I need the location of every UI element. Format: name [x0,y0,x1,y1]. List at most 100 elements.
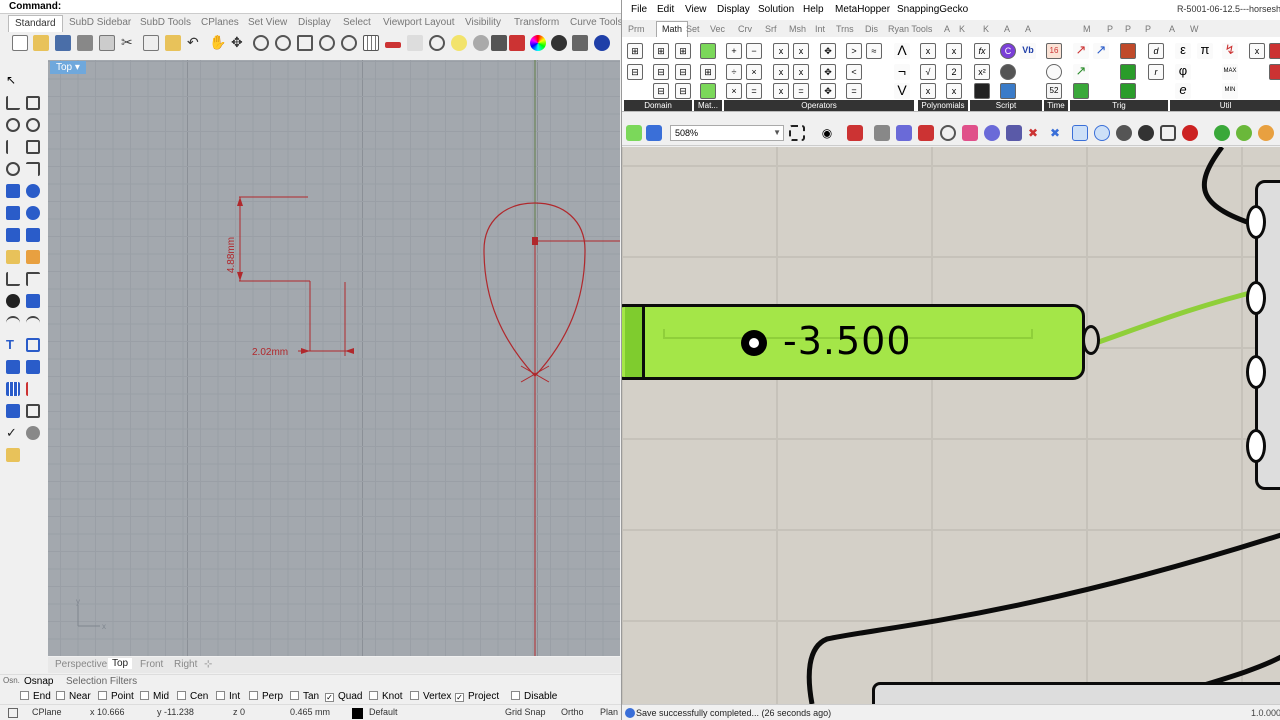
group-trig[interactable]: Trig [1070,100,1168,111]
plugin-icon[interactable] [1236,125,1252,141]
paste-icon[interactable] [165,35,181,51]
gh-tab-dis[interactable]: Dis [865,24,878,34]
square-icon[interactable] [26,140,40,154]
gh-save-icon[interactable] [646,125,662,141]
mirror-icon[interactable] [26,382,40,396]
component-input-port[interactable] [1246,281,1266,315]
osnap-perp[interactable]: Perp [249,691,283,702]
viewport-tab-front[interactable]: Front [140,659,163,670]
command-line[interactable]: Command: [0,0,621,14]
bulb-icon[interactable] [473,35,489,51]
cosine-icon[interactable]: ↗ [1093,43,1109,59]
slider-handle[interactable] [625,307,645,377]
gate-or-icon[interactable]: ✥ [820,64,836,80]
box-icon[interactable] [6,206,20,220]
osnap-checkbox[interactable] [98,691,107,700]
gh-tab-msh[interactable]: Msh [789,24,806,34]
display-icon[interactable] [1006,125,1022,141]
bake-icon[interactable] [962,125,978,141]
zoom-icon[interactable] [253,35,269,51]
zoom-extents-icon[interactable] [297,35,313,51]
menu-metahopper[interactable]: MetaHopper [835,4,890,15]
construct-domain-icon[interactable]: ⊞ [653,43,669,59]
tab-curve-tools[interactable]: Curve Tools [570,17,623,28]
osnap-checkbox[interactable] [511,691,520,700]
menu-edit[interactable]: Edit [657,4,674,15]
mass-addition-icon[interactable]: x [773,64,789,80]
undo-icon[interactable]: ↶ [187,35,203,51]
epsilon-icon[interactable]: ε [1175,43,1191,59]
exp-icon[interactable]: x [946,83,962,99]
square-root-icon[interactable]: √ [920,64,936,80]
osnap-checkbox[interactable]: ✓ [455,693,464,702]
menu-file[interactable]: File [631,4,647,15]
evaluate-icon[interactable]: x² [974,64,990,80]
scale-icon[interactable] [26,404,40,418]
preview-wire-icon[interactable] [874,125,890,141]
gh-tab-k[interactable]: K [983,24,989,34]
group-domain[interactable]: Domain [624,100,692,111]
rotate-view-icon[interactable] [341,35,357,51]
tab-subd-tools[interactable]: SubD Tools [140,17,191,28]
tab-visibility[interactable]: Visibility [465,17,501,28]
power-of-two-icon[interactable]: 2 [946,64,962,80]
deconstruct-domain-icon[interactable]: ⊞ [675,43,691,59]
lock-icon[interactable] [491,35,507,51]
square-icon[interactable]: x [920,43,936,59]
util-icon-a[interactable]: x [1249,43,1265,59]
vb-script-icon[interactable] [974,83,990,99]
array-icon[interactable] [6,382,20,396]
addition-icon[interactable]: + [726,43,742,59]
top-viewport[interactable]: Top ▾ 4.88mm 2.02mm y x [48,60,620,656]
trim-icon[interactable] [6,272,20,286]
zoom-selected-icon[interactable] [319,35,335,51]
preview-selected-icon[interactable] [918,125,934,141]
calendar-icon[interactable]: 52 [1046,83,1062,99]
menu-view[interactable]: View [685,4,707,15]
relative-icon[interactable]: x [793,64,809,80]
group-time[interactable]: Time [1044,100,1068,111]
gh-tab-m[interactable]: M [1083,24,1091,34]
gh-tab-p[interactable]: P [1125,24,1131,34]
logic-and-icon[interactable]: Λ [894,43,910,59]
domain-icon[interactable]: ⊞ [627,43,643,59]
gh-tab-ryan-tools[interactable]: Ryan Tools [888,24,932,34]
gh-tab-a[interactable]: A [944,24,950,34]
swap-icon[interactable] [700,83,716,99]
cube-icon[interactable]: x [946,43,962,59]
util-icon-c[interactable] [1269,64,1280,80]
component-input-port[interactable] [1246,429,1266,463]
hide-icon[interactable] [407,35,423,51]
grid-icon[interactable] [363,35,379,51]
bounds-icon[interactable]: ⊟ [627,64,643,80]
menu-solution[interactable]: Solution [758,4,794,15]
material-icon[interactable] [984,125,1000,141]
gh-canvas[interactable]: -3.500 [622,147,1280,704]
division-icon[interactable]: ÷ [726,64,742,80]
join-icon[interactable] [26,294,40,308]
print-icon[interactable] [77,35,93,51]
zoom-extents-icon[interactable] [789,125,805,141]
pi-icon[interactable]: π [1197,43,1213,59]
similarity-icon[interactable]: = [793,83,809,99]
polyline-icon[interactable] [6,96,20,110]
tab-transform[interactable]: Transform [514,17,559,28]
align-icon[interactable] [1072,125,1088,141]
menu-help[interactable]: Help [803,4,824,15]
layer-icon[interactable] [509,35,525,51]
osnap-tan[interactable]: Tan [290,691,319,702]
radians-icon[interactable]: r [1148,64,1164,80]
gate-and-icon[interactable]: ✥ [820,43,836,59]
less-than-icon[interactable]: < [846,64,862,80]
color-wheel-icon[interactable] [530,35,546,51]
preview-toggle-icon[interactable] [1160,125,1176,141]
preview-eye-icon[interactable]: ◉ [819,125,835,141]
circle-icon[interactable] [6,118,20,132]
extrude-icon[interactable] [26,228,40,242]
fillet-icon[interactable] [6,316,20,330]
euler-icon[interactable]: e [1175,83,1191,99]
cylinder-icon[interactable] [6,228,20,242]
gh-tab-p[interactable]: P [1107,24,1113,34]
import-icon[interactable] [99,35,115,51]
transpose-matrix-icon[interactable]: ⊞ [700,64,716,80]
